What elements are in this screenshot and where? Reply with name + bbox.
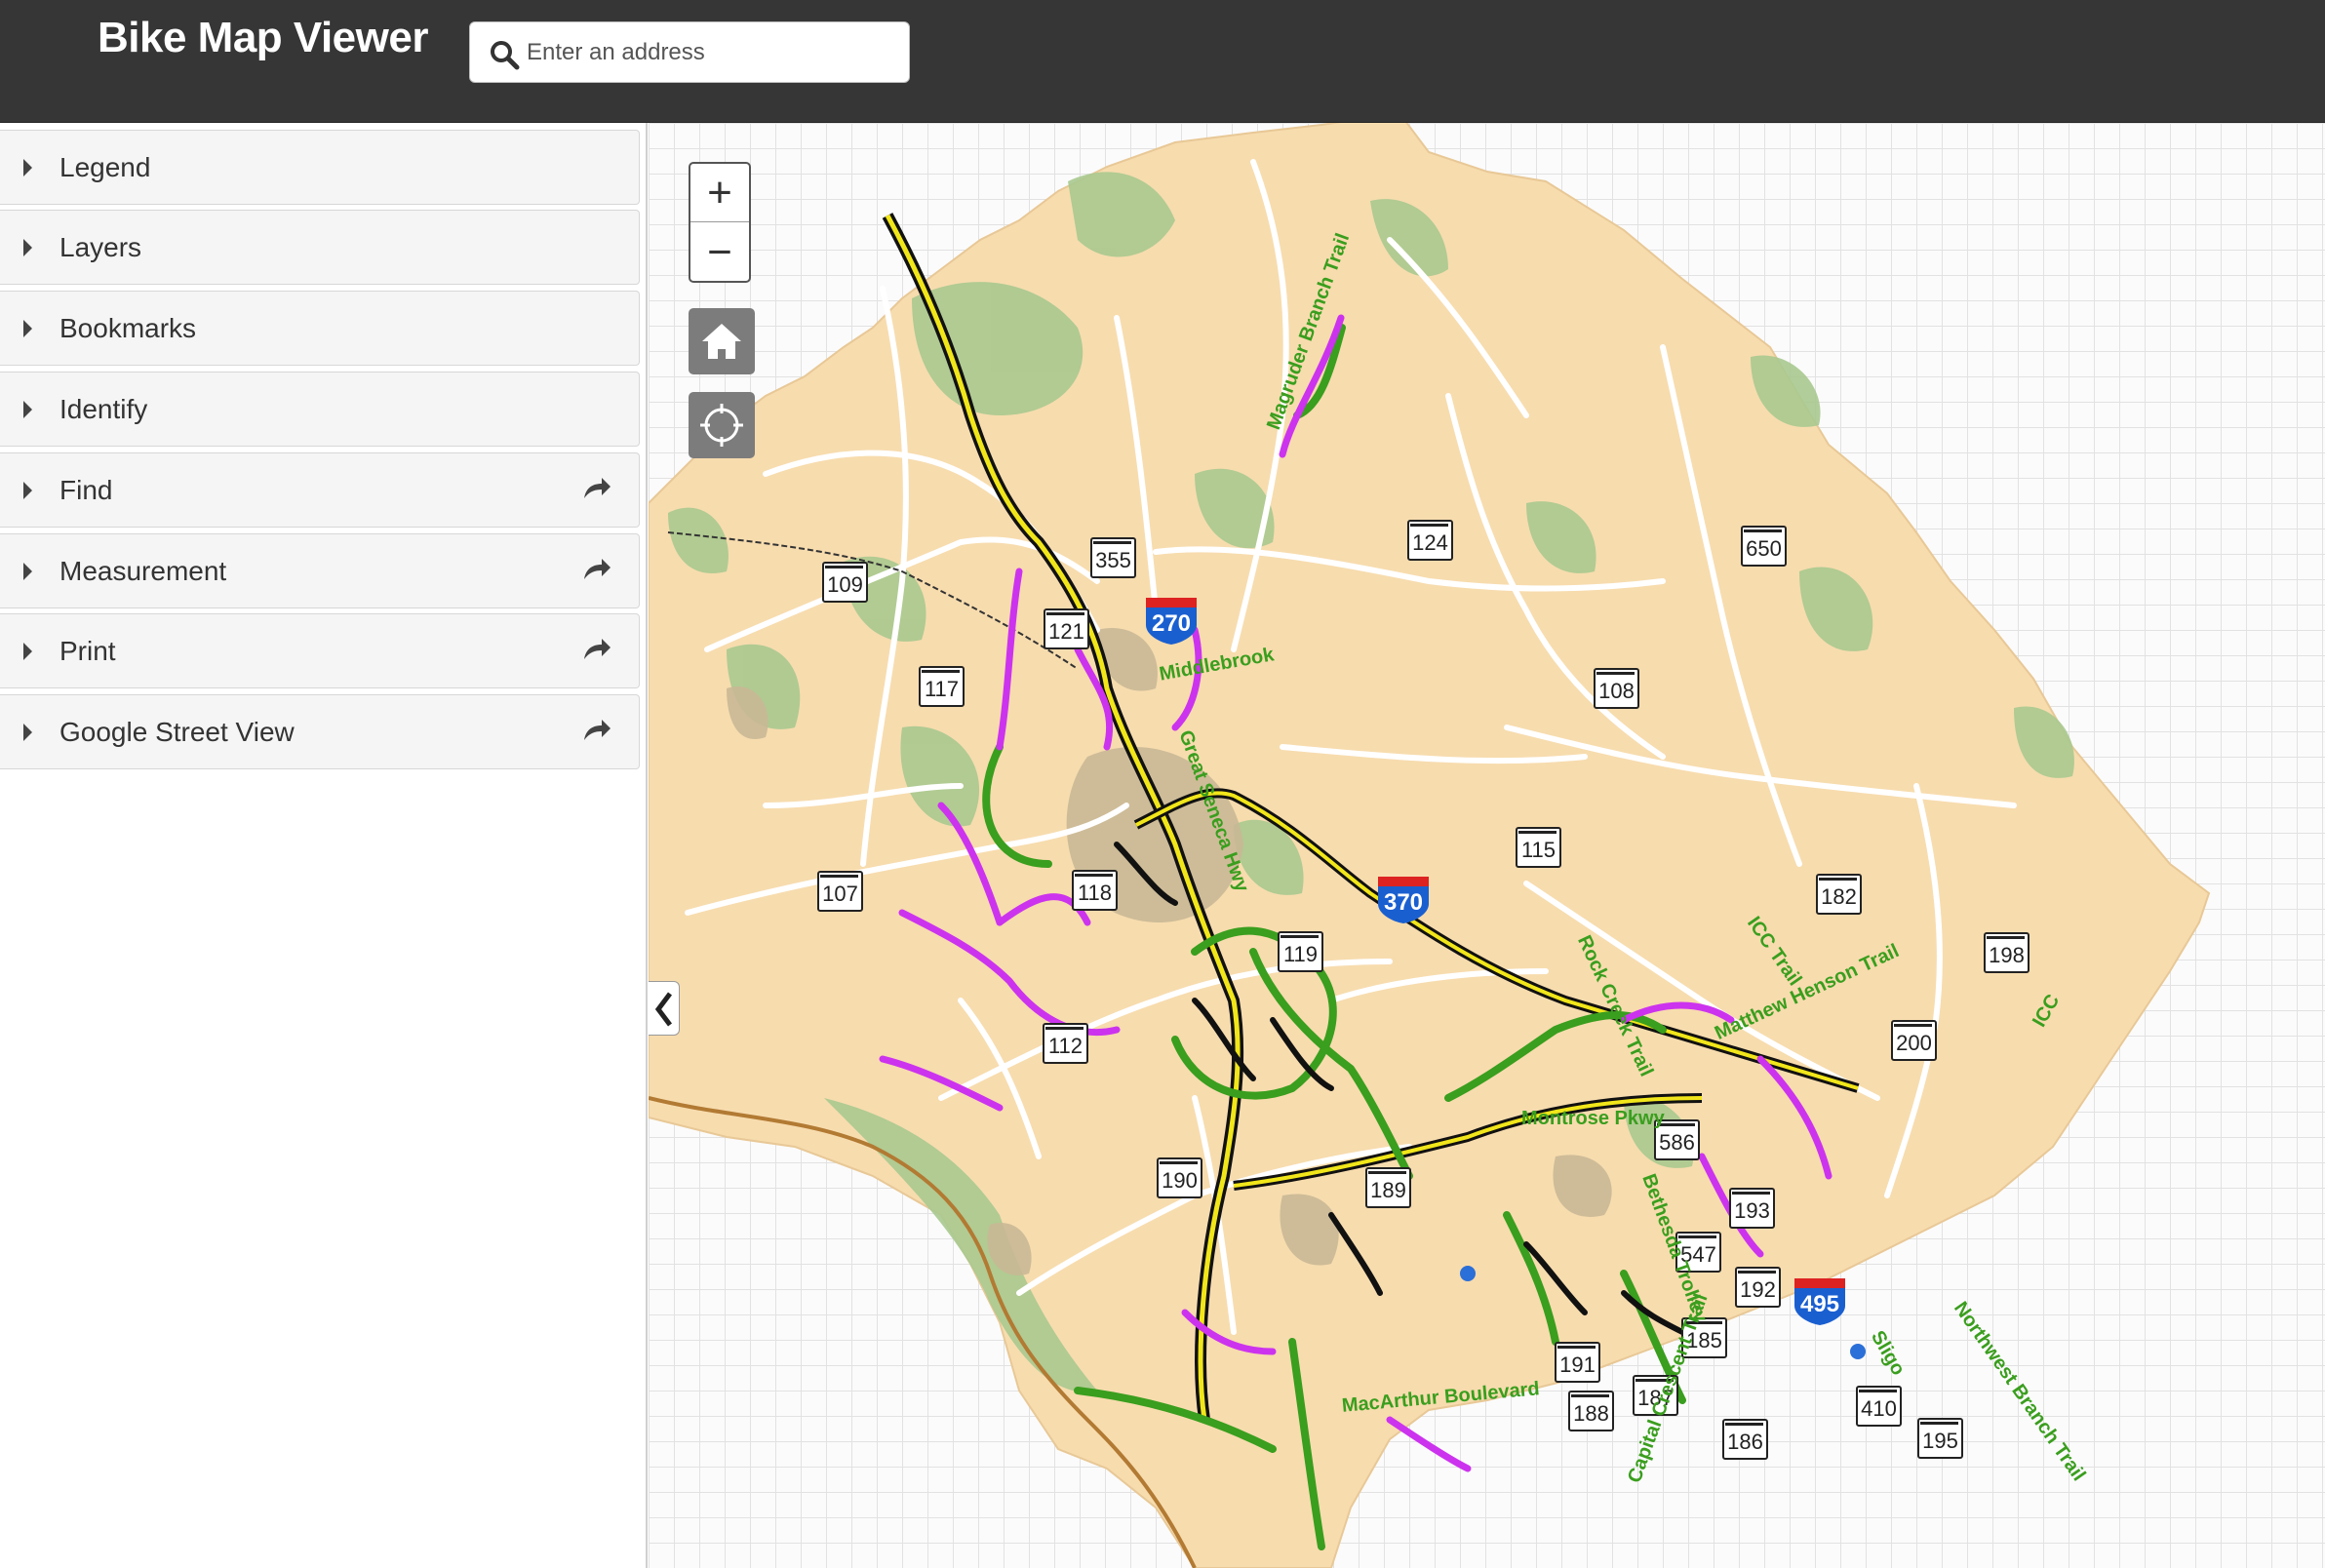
panel-bookmarks[interactable]: Bookmarks — [0, 291, 640, 366]
route-shield: 193 — [1729, 1188, 1775, 1229]
panel-label: Layers — [59, 232, 142, 262]
search-icon — [491, 41, 520, 70]
locate-icon — [700, 404, 743, 447]
address-search-input[interactable] — [527, 22, 897, 82]
sidebar: Legend Layers Bookmarks Identify Find Me… — [0, 123, 648, 1568]
app-header: Bike Map Viewer — [0, 0, 2325, 123]
route-shield: 198 — [1984, 932, 2029, 973]
route-shield: 182 — [1816, 874, 1862, 915]
panel-find[interactable]: Find — [0, 452, 640, 528]
caret-right-icon — [23, 401, 32, 418]
caret-right-icon — [23, 563, 32, 580]
caret-right-icon — [23, 482, 32, 499]
share-arrow-icon[interactable] — [582, 636, 611, 661]
route-shield: 119 — [1278, 931, 1323, 972]
panel-label: Google Street View — [59, 717, 295, 747]
caret-right-icon — [23, 643, 32, 660]
route-shield: 195 — [1917, 1418, 1963, 1459]
caret-right-icon — [23, 159, 32, 176]
route-shield: 107 — [817, 871, 863, 912]
panel-measurement[interactable]: Measurement — [0, 533, 640, 608]
panel-print[interactable]: Print — [0, 613, 640, 688]
panel-legend[interactable]: Legend — [0, 130, 640, 205]
panel-label: Legend — [59, 152, 151, 182]
panel-label: Identify — [59, 394, 148, 424]
caret-right-icon — [23, 239, 32, 256]
panel-google-street-view[interactable]: Google Street View — [0, 694, 640, 769]
route-shield: 112 — [1043, 1023, 1088, 1064]
route-shield: 108 — [1594, 668, 1639, 709]
zoom-out-button[interactable]: − — [690, 223, 749, 282]
route-shield: 190 — [1157, 1157, 1202, 1198]
county-land — [649, 123, 2211, 1568]
route-shield: 355 — [1090, 537, 1136, 578]
interstate-shield: 370 — [1376, 875, 1431, 923]
panel-label: Print — [59, 636, 116, 666]
collapse-sidebar-button[interactable] — [649, 981, 680, 1036]
route-shield: 118 — [1072, 870, 1118, 911]
chevron-left-icon — [654, 992, 672, 1027]
bike-station-marker — [1850, 1344, 1866, 1359]
route-shield: 109 — [822, 562, 868, 603]
map-view[interactable]: + − 109 355 124 650 121 117 108 115 107 … — [649, 123, 2325, 1568]
panel-label: Measurement — [59, 556, 227, 586]
panel-identify[interactable]: Identify — [0, 372, 640, 447]
home-icon — [702, 324, 741, 359]
caret-right-icon — [23, 724, 32, 741]
route-shield: 410 — [1856, 1386, 1902, 1427]
route-shield: 121 — [1044, 608, 1089, 649]
route-shield: 650 — [1741, 526, 1787, 567]
share-arrow-icon[interactable] — [582, 475, 611, 500]
panel-layers[interactable]: Layers — [0, 210, 640, 285]
share-arrow-icon[interactable] — [582, 556, 611, 581]
interstate-shield: 270 — [1144, 596, 1199, 645]
route-shield: 117 — [919, 666, 965, 707]
route-shield: 191 — [1555, 1342, 1600, 1383]
share-arrow-icon[interactable] — [582, 717, 611, 742]
app-title: Bike Map Viewer — [98, 14, 428, 61]
locate-button[interactable] — [689, 392, 755, 458]
route-shield: 115 — [1516, 827, 1561, 868]
bike-station-marker — [1460, 1266, 1476, 1281]
route-shield: 189 — [1365, 1167, 1411, 1208]
route-shield: 192 — [1735, 1267, 1781, 1308]
route-shield: 200 — [1891, 1020, 1937, 1061]
caret-right-icon — [23, 320, 32, 337]
home-button[interactable] — [689, 308, 755, 374]
county-map[interactable] — [649, 123, 2325, 1568]
route-shield: 188 — [1568, 1391, 1614, 1431]
panel-label: Bookmarks — [59, 313, 197, 343]
route-shield: 124 — [1407, 520, 1453, 561]
address-search-box[interactable] — [469, 21, 910, 83]
trail-label: Montrose Pkwy — [1521, 1108, 1665, 1129]
route-shield: 186 — [1722, 1419, 1768, 1460]
interstate-shield: 495 — [1793, 1276, 1847, 1325]
zoom-control: + − — [689, 162, 751, 283]
panel-label: Find — [59, 475, 113, 505]
zoom-in-button[interactable]: + — [690, 164, 749, 222]
